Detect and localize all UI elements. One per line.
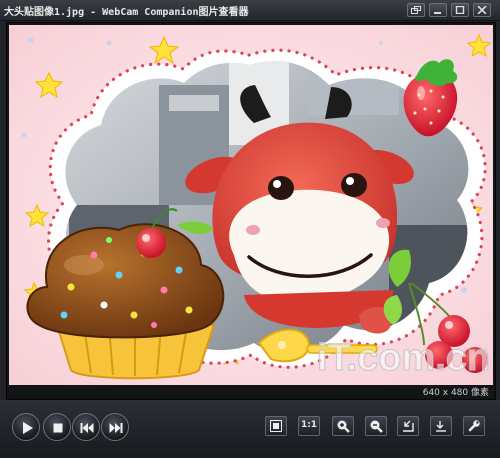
maximize-icon <box>455 6 465 14</box>
watermark-text: iT.com.cn <box>317 337 490 379</box>
stop-icon <box>53 423 63 433</box>
photo-sticker-image: iT.com.cn <box>9 25 493 385</box>
zoom-in-icon <box>337 420 350 433</box>
zoom-out-icon <box>370 420 383 433</box>
zoom-in-button[interactable] <box>332 416 354 436</box>
viewer-toolbar: 1:1 <box>0 400 500 458</box>
settings-icon <box>468 420 480 432</box>
next-icon <box>109 423 123 433</box>
actual-size-button[interactable]: 1:1 <box>298 416 320 436</box>
settings-button[interactable] <box>463 416 485 436</box>
previous-icon <box>80 423 94 433</box>
photo-canvas[interactable]: iT.com.cn <box>9 25 493 385</box>
zoom-out-button[interactable] <box>365 416 387 436</box>
image-viewer-panel: iT.com.cn 640 x 480 像素 <box>6 22 496 400</box>
restore-down-icon <box>411 6 421 14</box>
window-title: 大头贴图像1.jpg - WebCam Companion图片查看器 <box>4 7 249 18</box>
title-bar[interactable]: 大头贴图像1.jpg - WebCam Companion图片查看器 <box>0 0 500 21</box>
viewer-window: 大头贴图像1.jpg - WebCam Companion图片查看器 iT.co… <box>0 0 500 458</box>
next-button[interactable] <box>101 413 129 441</box>
previous-button[interactable] <box>72 413 100 441</box>
close-button[interactable] <box>473 3 491 17</box>
resolution-label: 640 x 480 像素 <box>422 388 489 398</box>
minimize-icon <box>434 12 441 14</box>
rotate-left-icon <box>403 420 414 432</box>
stop-button[interactable] <box>43 413 71 441</box>
restore-down-button[interactable] <box>407 3 425 17</box>
minimize-button[interactable] <box>429 3 447 17</box>
play-button[interactable] <box>12 413 40 441</box>
fit-to-window-button[interactable] <box>265 416 287 436</box>
rotate-left-button[interactable] <box>397 416 419 436</box>
fit-to-window-icon <box>270 420 282 432</box>
close-icon <box>477 6 487 14</box>
rotate-right-button[interactable] <box>430 416 452 436</box>
maximize-button[interactable] <box>451 3 469 17</box>
rotate-right-icon <box>436 421 446 432</box>
play-icon <box>23 422 33 434</box>
actual-size-icon: 1:1 <box>300 420 318 430</box>
